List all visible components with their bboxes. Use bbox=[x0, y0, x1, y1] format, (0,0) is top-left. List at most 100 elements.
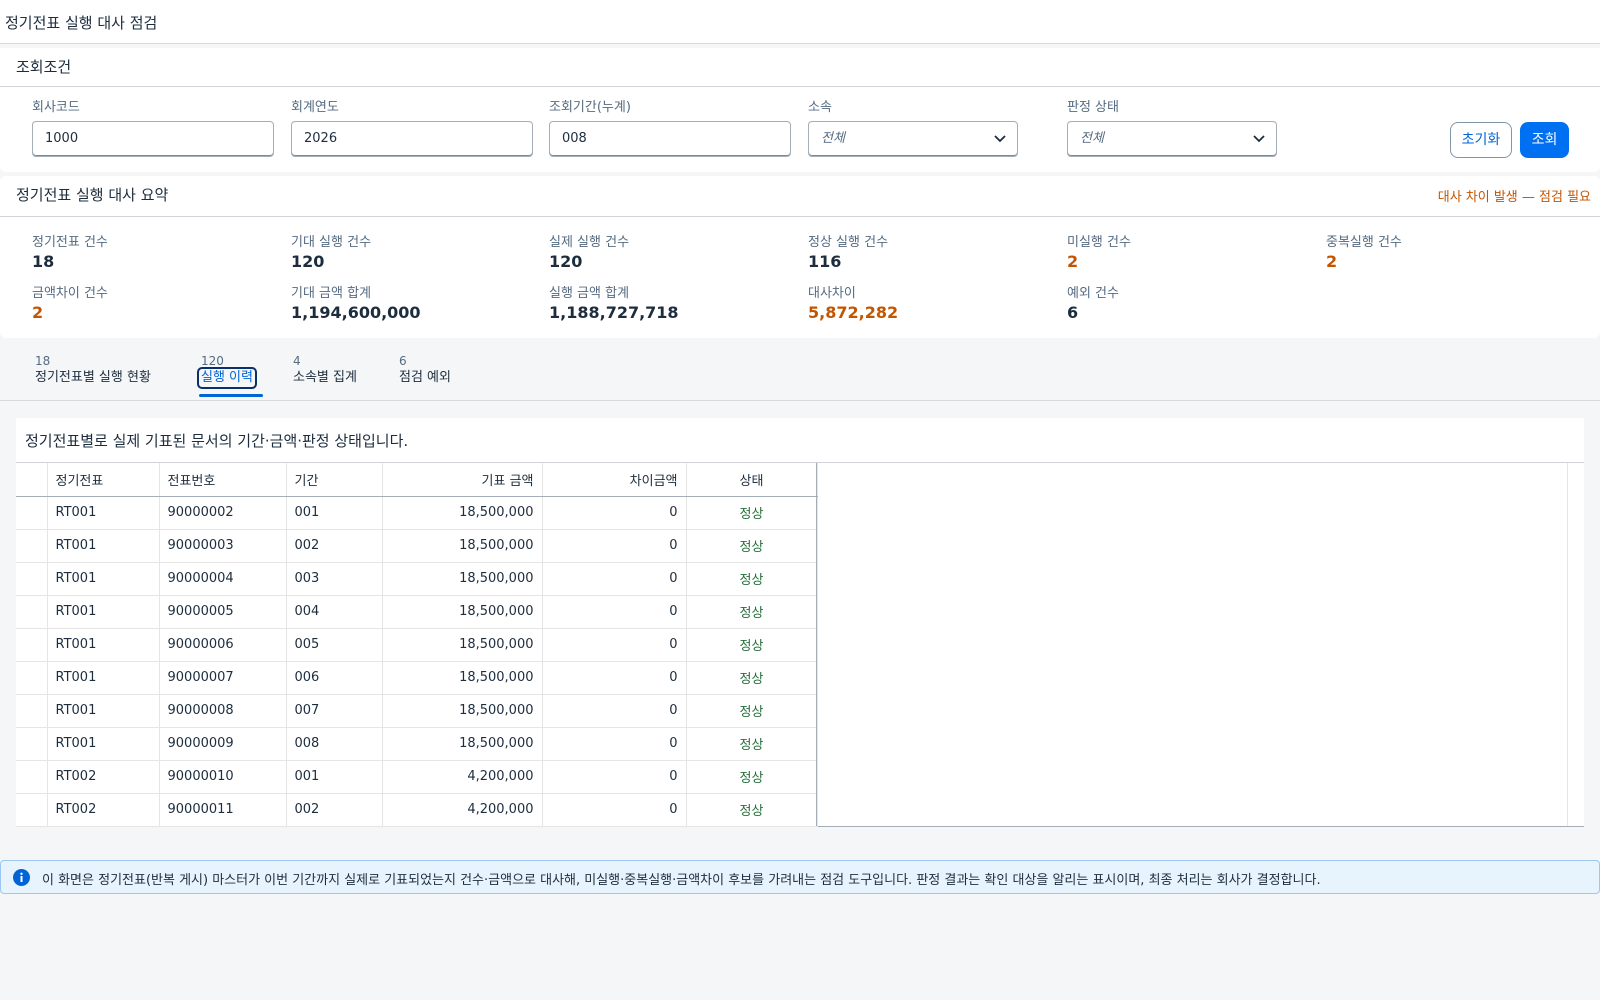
cell-posted-amount: 18,500,000 bbox=[382, 529, 543, 563]
row-selector[interactable] bbox=[16, 496, 48, 530]
row-selector[interactable] bbox=[16, 595, 48, 629]
cell-status: 정상 bbox=[686, 595, 818, 629]
column-header-period[interactable]: 기간 bbox=[286, 463, 383, 497]
filter-divider bbox=[0, 86, 1600, 87]
cell-status: 정상 bbox=[686, 694, 818, 728]
table-row[interactable]: RT001 90000006 005 18,500,000 0 정상 bbox=[16, 628, 818, 662]
cell-doc-number: 90000008 bbox=[159, 694, 287, 728]
kpi-missed-runs: 미실행 건수 2 bbox=[1067, 231, 1131, 271]
cell-diff-amount: 0 bbox=[542, 562, 687, 596]
column-header-doc-number[interactable]: 전표번호 bbox=[159, 463, 287, 497]
tab-label: 점검 예외 bbox=[399, 370, 451, 385]
cell-period: 001 bbox=[286, 760, 383, 794]
column-header-posted-amount[interactable]: 기표 금액 bbox=[382, 463, 543, 497]
tab-execution-history[interactable]: 120 실행 이력 bbox=[197, 354, 263, 397]
cell-doc-number: 90000010 bbox=[159, 760, 287, 794]
cell-posted-amount: 18,500,000 bbox=[382, 661, 543, 695]
cell-posted-amount: 4,200,000 bbox=[382, 760, 543, 794]
kpi-label: 대사차이 bbox=[808, 286, 856, 301]
info-icon bbox=[13, 869, 30, 886]
cell-period: 004 bbox=[286, 595, 383, 629]
cell-doc-number: 90000006 bbox=[159, 628, 287, 662]
cell-posted-amount: 4,200,000 bbox=[382, 793, 543, 827]
row-selector[interactable] bbox=[16, 562, 48, 596]
cell-diff-amount: 0 bbox=[542, 529, 687, 563]
row-selector[interactable] bbox=[16, 760, 48, 794]
company-code-input[interactable]: 1000 bbox=[32, 121, 274, 157]
status-field: 판정 상태 전체 bbox=[1067, 96, 1277, 157]
row-selector-header[interactable] bbox=[16, 463, 48, 497]
cell-diff-amount: 0 bbox=[542, 661, 687, 695]
execution-history-panel: 정기전표별로 실제 기표된 문서의 기간·금액·판정 상태입니다. 정기전표 전… bbox=[16, 418, 1584, 827]
cell-diff-amount: 0 bbox=[542, 694, 687, 728]
period-label: 조회기간(누계) bbox=[549, 100, 631, 115]
affiliation-field: 소속 전체 bbox=[808, 96, 1018, 157]
tab-bar: 18 정기전표별 실행 현황 120 실행 이력 4 소속별 집계 6 점검 예… bbox=[0, 348, 1600, 401]
cell-posted-amount: 18,500,000 bbox=[382, 595, 543, 629]
fiscal-year-input[interactable]: 2026 bbox=[291, 121, 533, 157]
reset-button[interactable]: 초기화 bbox=[1450, 122, 1512, 158]
tab-active-indicator bbox=[199, 394, 263, 397]
cell-doc-number: 90000005 bbox=[159, 595, 287, 629]
row-selector[interactable] bbox=[16, 661, 48, 695]
cell-recurring: RT001 bbox=[47, 529, 160, 563]
table-row[interactable]: RT001 90000007 006 18,500,000 0 정상 bbox=[16, 661, 818, 695]
cell-recurring: RT001 bbox=[47, 496, 160, 530]
table-row[interactable]: RT001 90000009 008 18,500,000 0 정상 bbox=[16, 727, 818, 761]
cell-status: 정상 bbox=[686, 760, 818, 794]
status-select[interactable]: 전체 bbox=[1067, 121, 1277, 157]
cell-doc-number: 90000004 bbox=[159, 562, 287, 596]
cell-period: 005 bbox=[286, 628, 383, 662]
tab-inspection-exceptions[interactable]: 6 점검 예외 bbox=[399, 354, 451, 387]
cell-diff-amount: 0 bbox=[542, 628, 687, 662]
info-message-text: 이 화면은 정기전표(반복 게시) 마스터가 이번 기간까지 실제로 기표되었는… bbox=[42, 873, 1321, 888]
table-row[interactable]: RT001 90000002 001 18,500,000 0 정상 bbox=[16, 496, 818, 530]
tab-count: 4 bbox=[293, 354, 301, 368]
execution-history-table: 정기전표 전표번호 기간 기표 금액 차이금액 상태 RT001 90000002… bbox=[16, 463, 818, 827]
kpi-label: 기대 금액 합계 bbox=[291, 286, 372, 301]
cell-doc-number: 90000011 bbox=[159, 793, 287, 827]
tab-affiliation-summary[interactable]: 4 소속별 집계 bbox=[293, 354, 357, 387]
cell-diff-amount: 0 bbox=[542, 727, 687, 761]
column-header-status[interactable]: 상태 bbox=[686, 463, 818, 497]
column-header-diff-amount[interactable]: 차이금액 bbox=[542, 463, 687, 497]
cell-period: 003 bbox=[286, 562, 383, 596]
kpi-amount-diff-count: 금액차이 건수 2 bbox=[32, 282, 108, 322]
table-row[interactable]: RT002 90000010 001 4,200,000 0 정상 bbox=[16, 760, 818, 794]
kpi-normal-runs: 정상 실행 건수 116 bbox=[808, 231, 888, 271]
cell-doc-number: 90000003 bbox=[159, 529, 287, 563]
table-row[interactable]: RT002 90000011 002 4,200,000 0 정상 bbox=[16, 793, 818, 827]
cell-status: 정상 bbox=[686, 562, 818, 596]
row-selector[interactable] bbox=[16, 694, 48, 728]
info-message-strip: 이 화면은 정기전표(반복 게시) 마스터가 이번 기간까지 실제로 기표되었는… bbox=[0, 860, 1600, 894]
row-selector[interactable] bbox=[16, 529, 48, 563]
cell-recurring: RT002 bbox=[47, 760, 160, 794]
grid-right-edge bbox=[1567, 463, 1568, 826]
cell-recurring: RT001 bbox=[47, 661, 160, 695]
period-input[interactable]: 008 bbox=[549, 121, 791, 157]
cell-recurring: RT001 bbox=[47, 628, 160, 662]
period-field: 조회기간(누계) 008 bbox=[549, 96, 791, 157]
company-code-field: 회사코드 1000 bbox=[32, 96, 274, 157]
kpi-expected-amount: 기대 금액 합계 1,194,600,000 bbox=[291, 282, 421, 322]
cell-status: 정상 bbox=[686, 496, 818, 530]
row-selector[interactable] bbox=[16, 628, 48, 662]
row-selector[interactable] bbox=[16, 793, 48, 827]
search-button[interactable]: 조회 bbox=[1520, 122, 1569, 158]
table-row[interactable]: RT001 90000004 003 18,500,000 0 정상 bbox=[16, 562, 818, 596]
kpi-value: 120 bbox=[291, 252, 325, 271]
row-selector[interactable] bbox=[16, 727, 48, 761]
kpi-value: 2 bbox=[1067, 252, 1079, 271]
kpi-actual-amount: 실행 금액 합계 1,188,727,718 bbox=[549, 282, 679, 322]
column-header-recurring[interactable]: 정기전표 bbox=[47, 463, 160, 497]
tab-recurring-status[interactable]: 18 정기전표별 실행 현황 bbox=[35, 354, 151, 387]
cell-period: 001 bbox=[286, 496, 383, 530]
status-label: 판정 상태 bbox=[1067, 100, 1119, 115]
chevron-down-icon bbox=[1253, 135, 1265, 143]
table-row[interactable]: RT001 90000005 004 18,500,000 0 정상 bbox=[16, 595, 818, 629]
table-row[interactable]: RT001 90000003 002 18,500,000 0 정상 bbox=[16, 529, 818, 563]
kpi-recurring-count: 정기전표 건수 18 bbox=[32, 231, 108, 271]
cell-period: 008 bbox=[286, 727, 383, 761]
affiliation-select[interactable]: 전체 bbox=[808, 121, 1018, 157]
table-row[interactable]: RT001 90000008 007 18,500,000 0 정상 bbox=[16, 694, 818, 728]
